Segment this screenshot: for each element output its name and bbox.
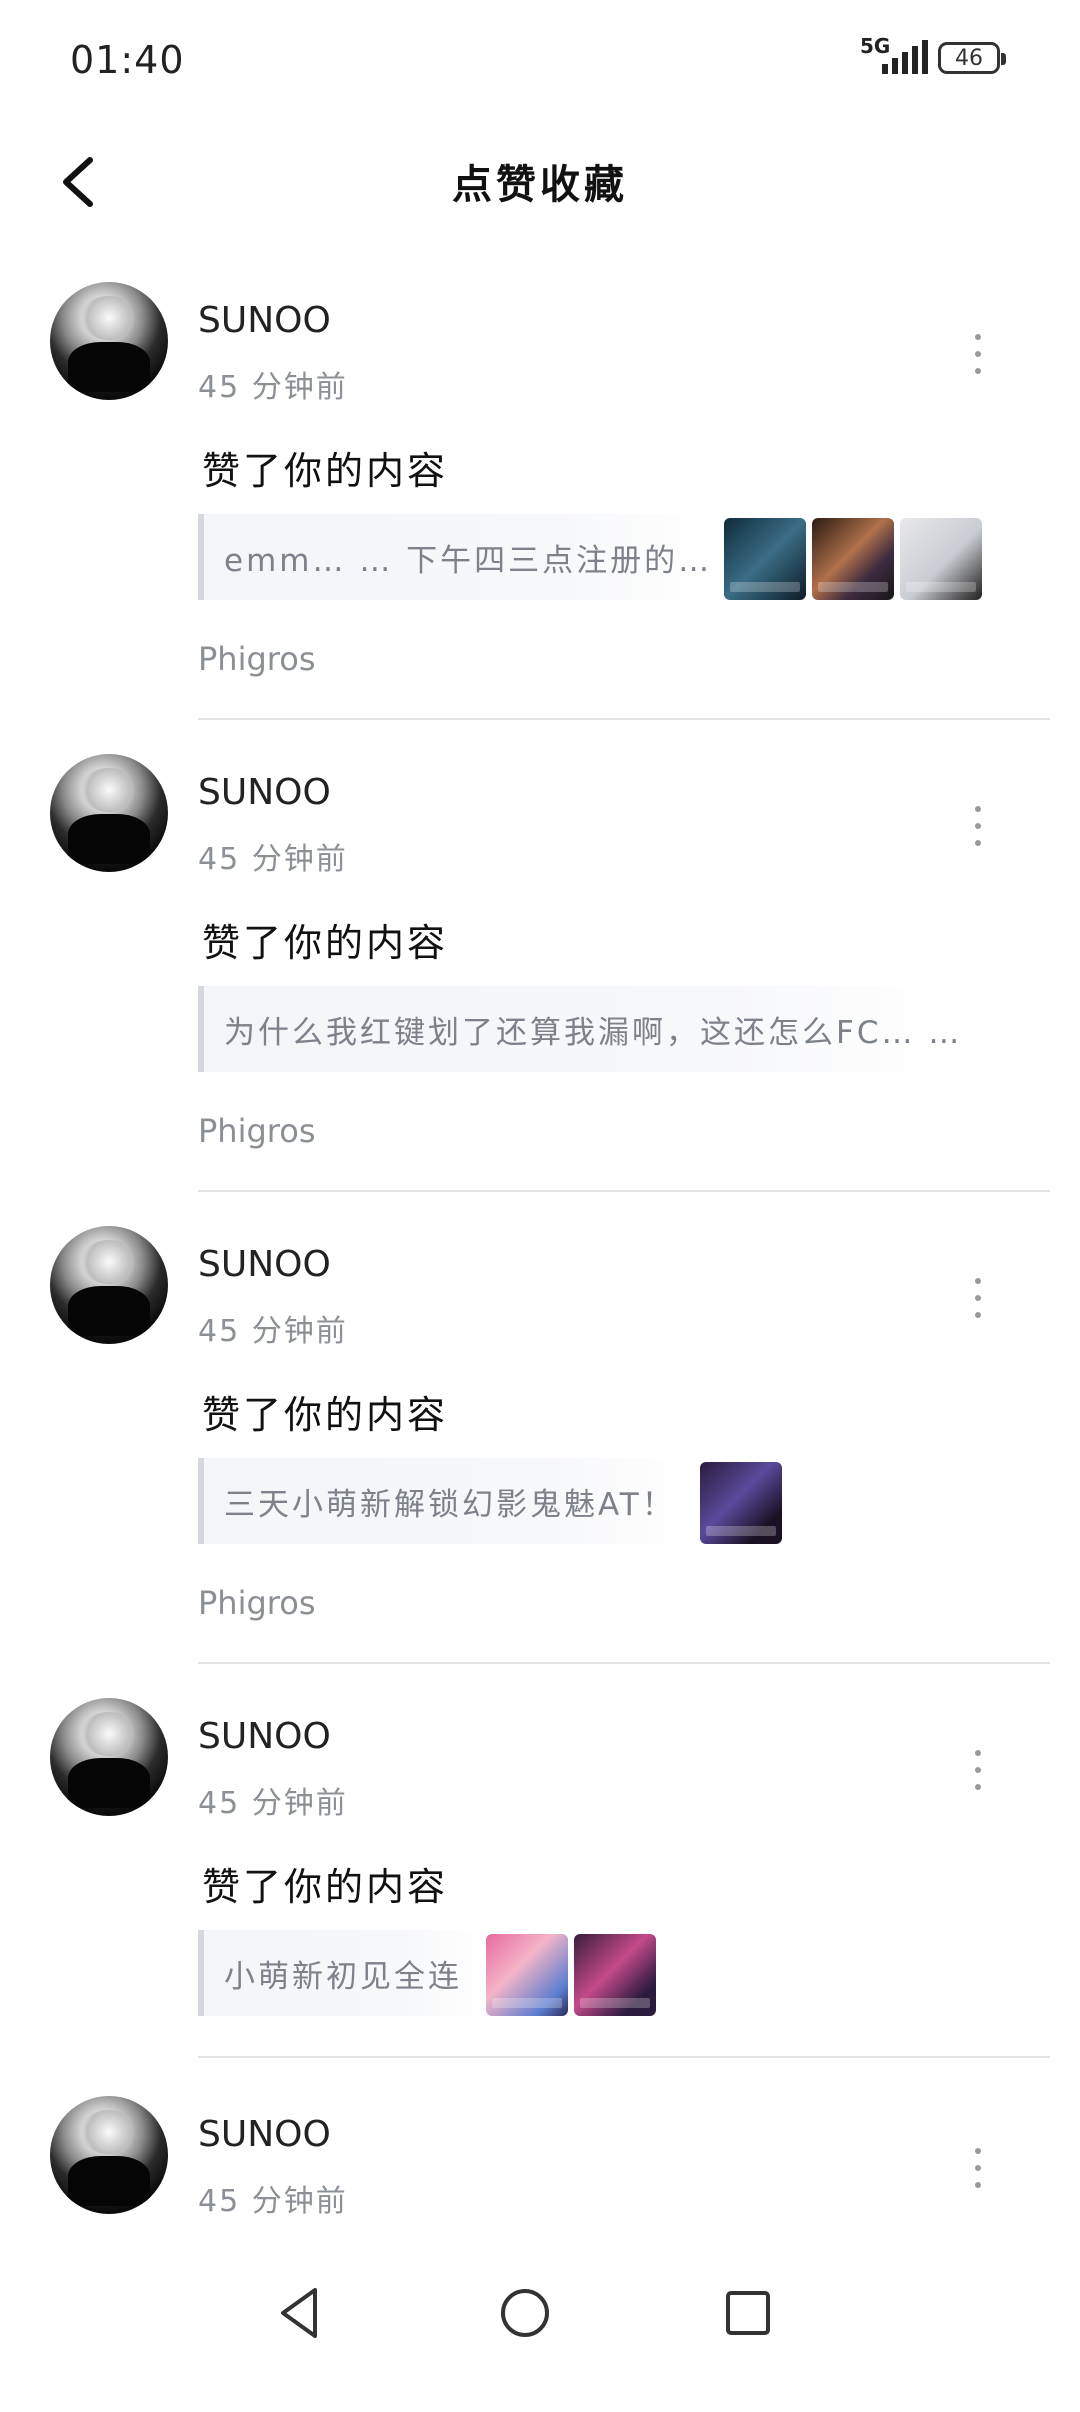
square-recents-icon <box>726 2291 770 2335</box>
avatar[interactable] <box>50 754 168 872</box>
timestamp: 45 分钟前 <box>198 2184 348 2219</box>
username[interactable]: SUNOO <box>198 1244 331 1285</box>
username[interactable]: SUNOO <box>198 1716 331 1757</box>
divider <box>198 2056 1050 2058</box>
thumbnail-image[interactable] <box>700 1462 782 1544</box>
quoted-text: 为什么我红键划了还算我漏啊，这还怎么FC… … <box>224 1014 963 1051</box>
thumbnail-image[interactable] <box>900 518 982 600</box>
nav-recents-button[interactable] <box>713 2278 783 2348</box>
nav-home-button[interactable] <box>490 2278 560 2348</box>
action-text: 赞了你的内容 <box>202 1865 449 1909</box>
status-time: 01:40 <box>70 38 185 82</box>
quoted-text: 三天小萌新解锁幻影鬼魅AT！ <box>224 1486 676 1523</box>
divider <box>198 1662 1050 1664</box>
divider <box>198 718 1050 720</box>
action-text: 赞了你的内容 <box>202 921 449 965</box>
more-options-button[interactable] <box>970 806 986 846</box>
list-item[interactable]: SUNOO 45 分钟前 赞了你的内容 小萌新初见全连 <box>0 1698 1080 2098</box>
username[interactable]: SUNOO <box>198 772 331 813</box>
more-options-button[interactable] <box>970 334 986 374</box>
page-title: 点赞收藏 <box>452 162 628 208</box>
divider <box>198 1190 1050 1192</box>
thumbnail-image[interactable] <box>724 518 806 600</box>
nav-back-button[interactable] <box>265 2278 335 2348</box>
more-options-button[interactable] <box>970 1750 986 1790</box>
thumbnail-group <box>724 518 982 600</box>
list-item[interactable]: SUNOO 45 分钟前 赞了你的内容 为什么我红键划了还算我漏啊，这还怎么FC… <box>0 754 1080 1194</box>
more-options-button[interactable] <box>970 1278 986 1318</box>
signal-icon: 5G <box>860 34 928 78</box>
status-bar: 01:40 5G 46 <box>0 0 1080 120</box>
system-navigation-bar <box>0 2230 1080 2412</box>
topic-tag[interactable]: Phigros <box>198 640 315 678</box>
topic-tag[interactable]: Phigros <box>198 1584 315 1622</box>
avatar[interactable] <box>50 2096 168 2214</box>
action-text: 赞了你的内容 <box>202 1393 449 1437</box>
username[interactable]: SUNOO <box>198 300 331 341</box>
timestamp: 45 分钟前 <box>198 842 348 877</box>
quoted-content[interactable]: 三天小萌新解锁幻影鬼魅AT！ <box>198 1458 698 1544</box>
topic-tag[interactable]: Phigros <box>198 1112 315 1150</box>
list-item[interactable]: SUNOO 45 分钟前 赞了你的内容 emm… … 下午四三点注册的… Phi… <box>0 282 1080 722</box>
header: 点赞收藏 <box>0 130 1080 230</box>
quoted-content[interactable]: 为什么我红键划了还算我漏啊，这还怎么FC… … <box>198 986 959 1072</box>
username[interactable]: SUNOO <box>198 2114 331 2155</box>
quoted-content[interactable]: 小萌新初见全连 <box>198 1930 488 2016</box>
thumbnail-group <box>700 1462 782 1544</box>
battery-level: 46 <box>955 45 983 71</box>
quoted-content[interactable]: emm… … 下午四三点注册的… <box>198 514 718 600</box>
avatar[interactable] <box>50 1226 168 1344</box>
triangle-back-icon <box>281 2288 317 2338</box>
thumbnail-image[interactable] <box>486 1934 568 2016</box>
battery-icon: 46 <box>938 42 1006 74</box>
circle-home-icon <box>501 2289 549 2337</box>
quoted-text: 小萌新初见全连 <box>224 1958 462 1995</box>
thumbnail-image[interactable] <box>574 1934 656 2016</box>
timestamp: 45 分钟前 <box>198 370 348 405</box>
avatar[interactable] <box>50 282 168 400</box>
list-item[interactable]: SUNOO 45 分钟前 赞了你的内容 三天小萌新解锁幻影鬼魅AT！ Phigr… <box>0 1226 1080 1666</box>
status-icons: 5G 46 <box>860 34 1006 78</box>
quoted-text: emm… … 下午四三点注册的… <box>224 542 713 579</box>
more-options-button[interactable] <box>970 2148 986 2188</box>
timestamp: 45 分钟前 <box>198 1786 348 1821</box>
thumbnail-image[interactable] <box>812 518 894 600</box>
action-text: 赞了你的内容 <box>202 449 449 493</box>
thumbnail-group <box>486 1934 656 2016</box>
avatar[interactable] <box>50 1698 168 1816</box>
timestamp: 45 分钟前 <box>198 1314 348 1349</box>
